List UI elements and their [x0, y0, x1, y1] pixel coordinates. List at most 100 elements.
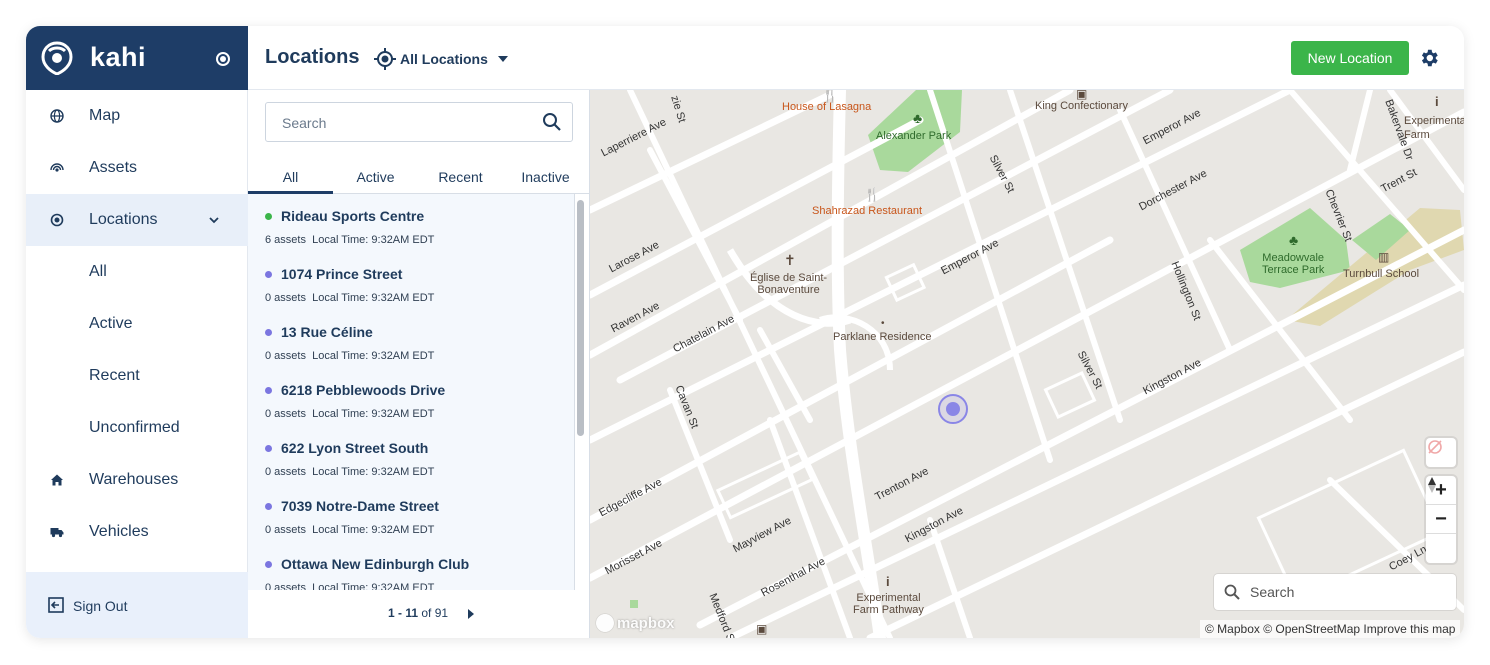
- sidebar-item-map[interactable]: Map: [26, 90, 248, 142]
- location-meta: 6 assets Local Time: 9:32AM EDT: [265, 234, 434, 246]
- tab-inactive[interactable]: Inactive: [503, 162, 588, 194]
- sidebar-item-assets[interactable]: Assets: [26, 142, 248, 194]
- page-title: Locations: [265, 46, 360, 68]
- globe-icon: [50, 109, 64, 123]
- sidebar-subitem-all[interactable]: All: [26, 246, 248, 298]
- poi-meadowvale-line-2: Terrace Park: [1262, 264, 1325, 276]
- top-header: Locations All Locations New Location: [248, 26, 1464, 90]
- local-time: Local Time: 9:32AM EDT: [312, 350, 435, 362]
- info-icon: i: [1435, 94, 1439, 109]
- location-filter-dropdown[interactable]: All Locations: [374, 48, 508, 70]
- asset-count: 0 assets: [265, 292, 306, 304]
- poi-experimental-farm-top[interactable]: Experimental Farm Pathway: [1404, 114, 1464, 142]
- asset-count: 0 assets: [265, 408, 306, 420]
- compass-button[interactable]: [1426, 477, 1456, 563]
- map-roads: [590, 90, 1464, 638]
- asset-count: 0 assets: [265, 524, 306, 536]
- list-item[interactable]: 13 Rue Céline 0 assets Local Time: 9:32A…: [248, 310, 574, 368]
- mapbox-logo-icon: [596, 614, 614, 632]
- crosshair-icon: [374, 48, 396, 70]
- list-scrollbar[interactable]: [577, 200, 584, 436]
- search-placeholder: Search: [282, 115, 327, 131]
- dot-icon: •: [881, 318, 885, 329]
- location-name: 1074 Prince Street: [281, 266, 403, 282]
- asset-count: 0 assets: [265, 350, 306, 362]
- sidebar-item-warehouses[interactable]: Warehouses: [26, 454, 248, 506]
- map-attribution[interactable]: © Mapbox © OpenStreetMap Improve this ma…: [1200, 620, 1461, 638]
- list-item[interactable]: Rideau Sports Centre 6 assets Local Time…: [248, 194, 574, 252]
- zoom-out-button[interactable]: −: [1426, 505, 1456, 534]
- sidebar-subitem-unconfirmed[interactable]: Unconfirmed: [26, 402, 248, 454]
- hide-layer-button[interactable]: [1426, 438, 1456, 467]
- poi-turnbull-school[interactable]: Turnbull School: [1343, 268, 1419, 280]
- location-search-input[interactable]: Search: [265, 102, 573, 142]
- poi-alexander-park[interactable]: Alexander Park: [876, 130, 951, 142]
- sidebar-item-label: Map: [89, 107, 121, 124]
- target-icon: [50, 213, 64, 227]
- list-item[interactable]: 1074 Prince Street 0 assets Local Time: …: [248, 252, 574, 310]
- status-dot: [265, 387, 272, 394]
- list-item[interactable]: 7039 Notre-Dame Street 0 assets Local Ti…: [248, 484, 574, 542]
- status-dot: [265, 271, 272, 278]
- list-item[interactable]: 622 Lyon Street South 0 assets Local Tim…: [248, 426, 574, 484]
- poi-eglise-saint-bonaventure[interactable]: Église de Saint- Bonaventure: [750, 272, 827, 296]
- location-marker[interactable]: [938, 394, 968, 424]
- poi-meadowvale-line-1: Meadowvale: [1262, 252, 1325, 264]
- status-dot: [265, 503, 272, 510]
- poi-experimental-farm-pathway[interactable]: Experimental Farm Pathway: [853, 592, 924, 616]
- location-name: 622 Lyon Street South: [281, 440, 429, 456]
- status-dot: [265, 213, 272, 220]
- map-view[interactable]: House of Lasagna Alexander Park King Con…: [590, 90, 1464, 638]
- map-search-placeholder: Search: [1250, 584, 1295, 600]
- poi-king-confectionary[interactable]: King Confectionary: [1035, 100, 1128, 112]
- page-range: 1 - 11: [388, 606, 419, 620]
- search-icon[interactable]: [542, 112, 562, 132]
- status-dot: [265, 329, 272, 336]
- location-meta: 0 assets Local Time: 9:32AM EDT: [265, 524, 434, 536]
- sidebar-subitem-active[interactable]: Active: [26, 298, 248, 350]
- sidebar-item-vehicles[interactable]: Vehicles: [26, 506, 248, 558]
- gear-icon[interactable]: [1418, 47, 1440, 69]
- poi-meadowvale-terrace-park[interactable]: Meadowvale Terrace Park: [1262, 252, 1324, 276]
- compass-icon: [1428, 477, 1436, 493]
- location-name: 13 Rue Céline: [281, 324, 373, 340]
- sidebar-item-locations[interactable]: Locations: [26, 194, 248, 246]
- sidebar-item-label: Locations: [89, 211, 158, 228]
- page-total: of 91: [421, 606, 449, 620]
- church-icon: ✝: [784, 252, 796, 268]
- signal-icon: [50, 163, 64, 172]
- status-dot: [265, 561, 272, 568]
- pagination: 1 - 11 of 91: [248, 598, 590, 628]
- tree-icon: ♣: [1289, 232, 1299, 248]
- collapse-toggle-icon[interactable]: [216, 52, 230, 66]
- chevron-down-icon[interactable]: [208, 214, 220, 226]
- sign-out-button[interactable]: Sign Out: [26, 572, 248, 638]
- pagination-text: 1 - 11 of 91: [388, 606, 448, 620]
- location-name: Rideau Sports Centre: [281, 208, 425, 224]
- poi-eglise-line-2: Bonaventure: [757, 284, 820, 296]
- tab-active[interactable]: Active: [333, 162, 418, 194]
- poi-parklane-residence[interactable]: Parklane Residence: [833, 331, 931, 343]
- poi-shahrazad-restaurant[interactable]: Shahrazad Restaurant: [812, 205, 922, 217]
- sidebar-item-label: Vehicles: [89, 523, 149, 540]
- location-meta: 0 assets Local Time: 9:32AM EDT: [265, 408, 434, 420]
- zoom-controls: + −: [1426, 476, 1456, 563]
- asset-count: 0 assets: [265, 582, 306, 590]
- subitem-label: Unconfirmed: [89, 419, 180, 436]
- restaurant-icon: 🍴: [864, 187, 881, 202]
- tab-all[interactable]: All: [248, 162, 333, 194]
- tree-icon: ♣: [913, 110, 923, 126]
- sidebar-item-label: Warehouses: [89, 471, 179, 488]
- sign-out-label: Sign Out: [73, 598, 128, 614]
- new-location-button[interactable]: New Location: [1291, 41, 1409, 75]
- location-list: Rideau Sports Centre 6 assets Local Time…: [248, 194, 575, 590]
- home-icon: [51, 474, 63, 486]
- list-item[interactable]: Ottawa New Edinburgh Club 0 assets Local…: [248, 542, 574, 590]
- next-page-icon[interactable]: [468, 609, 474, 619]
- sidebar-subitem-recent[interactable]: Recent: [26, 350, 248, 402]
- tab-recent[interactable]: Recent: [418, 162, 503, 194]
- poi-experimental-line-2: Farm Pathway: [853, 604, 924, 616]
- map-search-input[interactable]: Search: [1214, 574, 1456, 610]
- mapbox-logo[interactable]: mapbox: [596, 614, 675, 632]
- list-item[interactable]: 6218 Pebblewoods Drive 0 assets Local Ti…: [248, 368, 574, 426]
